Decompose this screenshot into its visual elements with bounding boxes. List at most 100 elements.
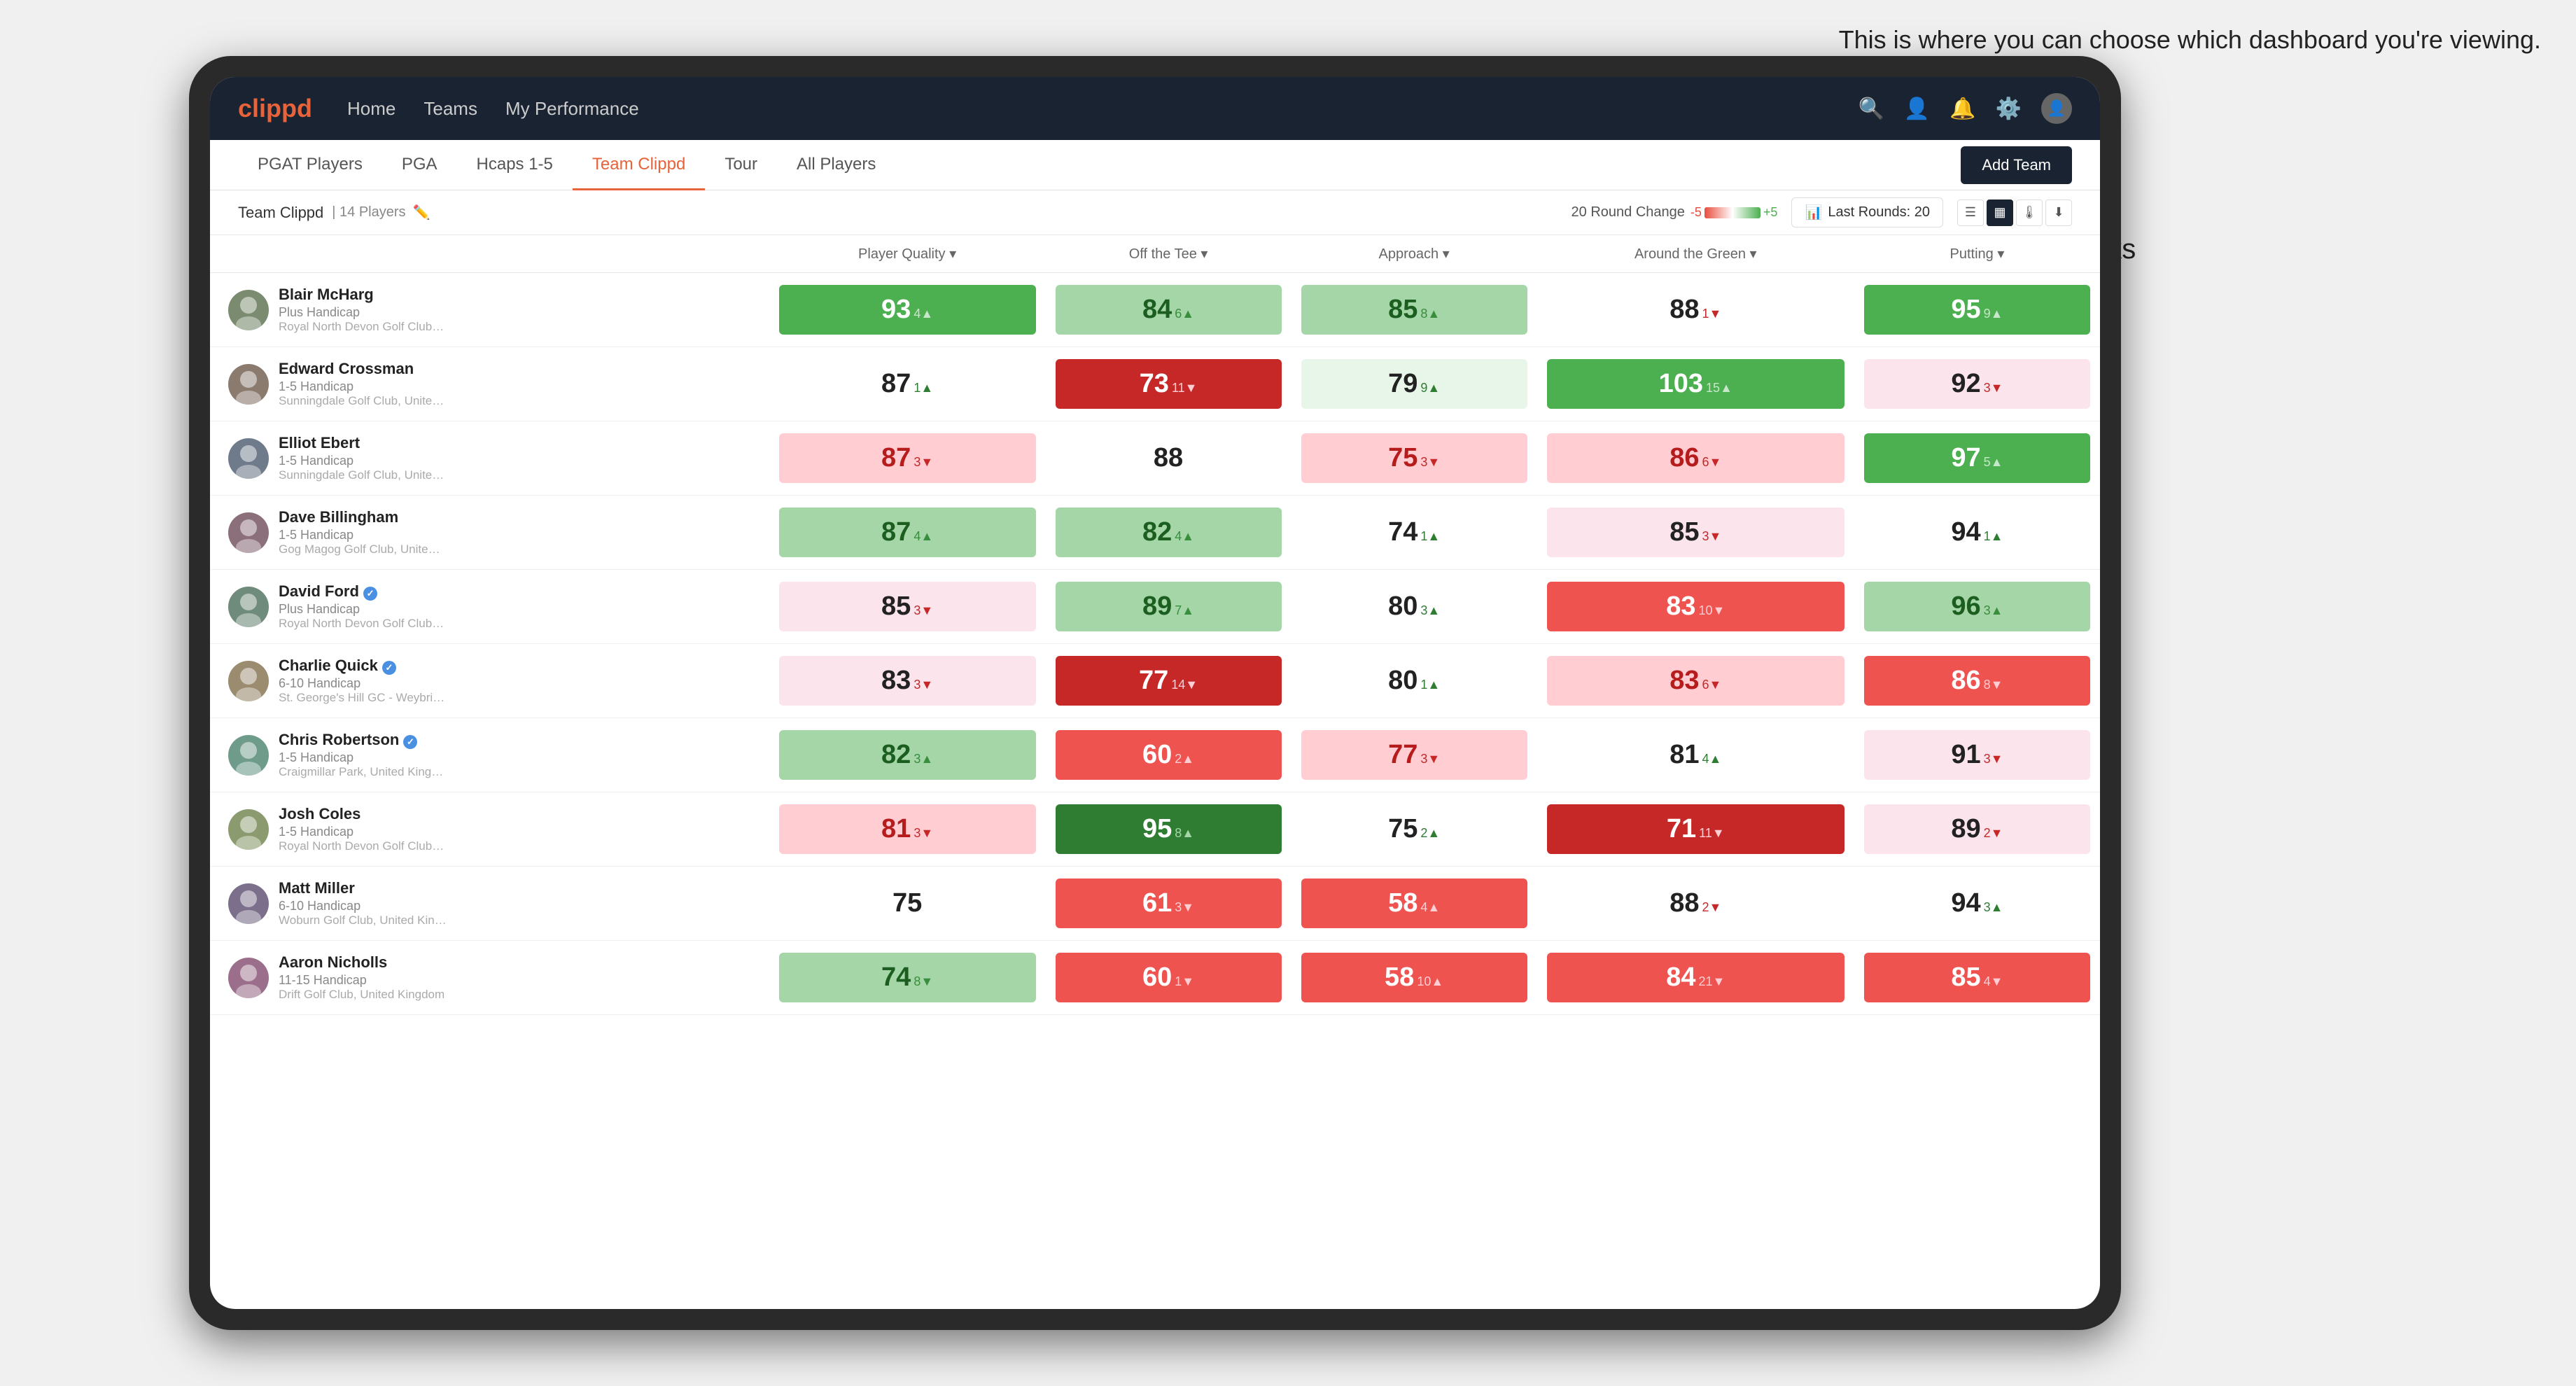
- score-change: 11▼: [1172, 381, 1198, 396]
- score-number: 77: [1139, 666, 1168, 696]
- player-info: Chris Robertson ✓ 1-5 Handicap Craigmill…: [279, 731, 447, 779]
- nav-link-teams[interactable]: Teams: [424, 98, 477, 120]
- subnav-pga[interactable]: PGA: [382, 141, 457, 190]
- view-list-button[interactable]: ☰: [1957, 200, 1984, 226]
- player-info: Matt Miller 6-10 Handicap Woburn Golf Cl…: [279, 879, 447, 927]
- player-name: Elliot Ebert: [279, 434, 447, 452]
- subnav-all-players[interactable]: All Players: [777, 141, 895, 190]
- score-cell-putting: 94 3▲: [1854, 867, 2100, 941]
- table-row[interactable]: Elliot Ebert 1-5 Handicap Sunningdale Go…: [210, 421, 2100, 496]
- score-value: 71 11▼: [1547, 804, 1844, 854]
- score-cell-tee: 95 8▲: [1046, 792, 1292, 867]
- bell-icon[interactable]: 🔔: [1949, 97, 1975, 121]
- table-row[interactable]: Edward Crossman 1-5 Handicap Sunningdale…: [210, 347, 2100, 421]
- score-number: 83: [881, 666, 911, 696]
- player-name: David Ford ✓: [279, 582, 447, 601]
- team-header: Team Clippd | 14 Players ✏️ 20 Round Cha…: [210, 190, 2100, 235]
- table-row[interactable]: Josh Coles 1-5 Handicap Royal North Devo…: [210, 792, 2100, 867]
- score-value: 75 2▲: [1301, 804, 1527, 854]
- score-change: 3▼: [913, 678, 933, 692]
- player-avatar: [228, 364, 269, 405]
- score-cell-green: 81 4▲: [1537, 718, 1854, 792]
- score-change: 2▼: [1984, 826, 2003, 841]
- score-cell-approach: 58 10▲: [1292, 941, 1537, 1015]
- view-download-button[interactable]: ⬇: [2045, 200, 2072, 226]
- score-number: 85: [881, 592, 911, 622]
- score-cell-tee: 88: [1046, 421, 1292, 496]
- nav-logo: clippd: [238, 94, 312, 123]
- score-change: 6▼: [1702, 455, 1722, 470]
- view-grid-button[interactable]: ▦: [1987, 200, 2013, 226]
- score-value: 87 3▼: [779, 433, 1036, 483]
- score-cell-quality: 81 3▼: [769, 792, 1046, 867]
- score-number: 79: [1388, 369, 1418, 399]
- col-header-tee[interactable]: Off the Tee ▾: [1046, 235, 1292, 273]
- score-change: 3▼: [913, 455, 933, 470]
- add-team-button[interactable]: Add Team: [1961, 146, 2072, 184]
- player-handicap: 1-5 Handicap: [279, 528, 447, 542]
- player-handicap: Plus Handicap: [279, 305, 447, 320]
- player-handicap: 6-10 Handicap: [279, 676, 447, 691]
- player-avatar: [228, 512, 269, 553]
- score-value: 93 4▲: [779, 285, 1036, 335]
- score-cell-green: 103 15▲: [1537, 347, 1854, 421]
- player-handicap: 1-5 Handicap: [279, 454, 447, 468]
- table-row[interactable]: Charlie Quick ✓ 6-10 Handicap St. George…: [210, 644, 2100, 718]
- search-icon[interactable]: 🔍: [1858, 97, 1884, 121]
- col-header-quality[interactable]: Player Quality ▾: [769, 235, 1046, 273]
- subnav-team-clippd[interactable]: Team Clippd: [573, 141, 705, 190]
- col-header-green[interactable]: Around the Green ▾: [1537, 235, 1854, 273]
- user-icon[interactable]: 👤: [1904, 97, 1930, 121]
- player-name: Dave Billingham: [279, 508, 447, 526]
- col-header-approach[interactable]: Approach ▾: [1292, 235, 1537, 273]
- score-cell-tee: 77 14▼: [1046, 644, 1292, 718]
- score-change: 10▲: [1417, 974, 1443, 989]
- subnav: PGAT Players PGA Hcaps 1-5 Team Clippd T…: [210, 140, 2100, 190]
- player-avatar: [228, 438, 269, 479]
- score-change: 2▲: [1175, 752, 1194, 766]
- score-cell-tee: 60 2▲: [1046, 718, 1292, 792]
- score-value: 80 1▲: [1301, 656, 1527, 706]
- score-value: 58 4▲: [1301, 878, 1527, 928]
- score-change: 6▼: [1702, 678, 1722, 692]
- player-name: Edward Crossman: [279, 360, 447, 378]
- score-change: 2▼: [1702, 900, 1722, 915]
- player-cell: Josh Coles 1-5 Handicap Royal North Devo…: [210, 792, 769, 867]
- table-row[interactable]: Dave Billingham 1-5 Handicap Gog Magog G…: [210, 496, 2100, 570]
- score-cell-quality: 93 4▲: [769, 273, 1046, 347]
- player-info: Elliot Ebert 1-5 Handicap Sunningdale Go…: [279, 434, 447, 482]
- nav-link-home[interactable]: Home: [347, 98, 396, 120]
- view-heatmap-button[interactable]: 🌡: [2016, 200, 2043, 226]
- subnav-hcaps[interactable]: Hcaps 1-5: [457, 141, 573, 190]
- score-value: 74 1▲: [1301, 507, 1527, 557]
- score-change: 3▼: [1984, 381, 2003, 396]
- score-cell-putting: 89 2▼: [1854, 792, 2100, 867]
- settings-icon[interactable]: ⚙️: [1996, 97, 2022, 121]
- edit-icon[interactable]: ✏️: [413, 204, 430, 221]
- player-handicap: 1-5 Handicap: [279, 750, 447, 765]
- score-number: 74: [881, 962, 911, 993]
- table-row[interactable]: Aaron Nicholls 11-15 Handicap Drift Golf…: [210, 941, 2100, 1015]
- score-cell-quality: 87 4▲: [769, 496, 1046, 570]
- table-row[interactable]: David Ford ✓ Plus Handicap Royal North D…: [210, 570, 2100, 644]
- subnav-pgat[interactable]: PGAT Players: [238, 141, 382, 190]
- score-change: 9▲: [1984, 307, 2003, 321]
- score-change: 3▼: [913, 826, 933, 841]
- score-cell-green: 88 2▼: [1537, 867, 1854, 941]
- player-name: Chris Robertson ✓: [279, 731, 447, 749]
- player-info: David Ford ✓ Plus Handicap Royal North D…: [279, 582, 447, 631]
- player-name: Charlie Quick ✓: [279, 657, 447, 675]
- nav-link-performance[interactable]: My Performance: [505, 98, 639, 120]
- player-name: Aaron Nicholls: [279, 953, 444, 972]
- col-header-putting[interactable]: Putting ▾: [1854, 235, 2100, 273]
- table-row[interactable]: Blair McHarg Plus Handicap Royal North D…: [210, 273, 2100, 347]
- last-rounds-button[interactable]: 📊 Last Rounds: 20: [1791, 197, 1943, 227]
- verified-icon: ✓: [363, 587, 377, 601]
- table-row[interactable]: Chris Robertson ✓ 1-5 Handicap Craigmill…: [210, 718, 2100, 792]
- score-number: 58: [1385, 962, 1414, 993]
- score-value: 91 3▼: [1864, 730, 2090, 780]
- score-change: 3▲: [1984, 900, 2003, 915]
- table-row[interactable]: Matt Miller 6-10 Handicap Woburn Golf Cl…: [210, 867, 2100, 941]
- subnav-tour[interactable]: Tour: [705, 141, 777, 190]
- avatar[interactable]: 👤: [2041, 93, 2072, 124]
